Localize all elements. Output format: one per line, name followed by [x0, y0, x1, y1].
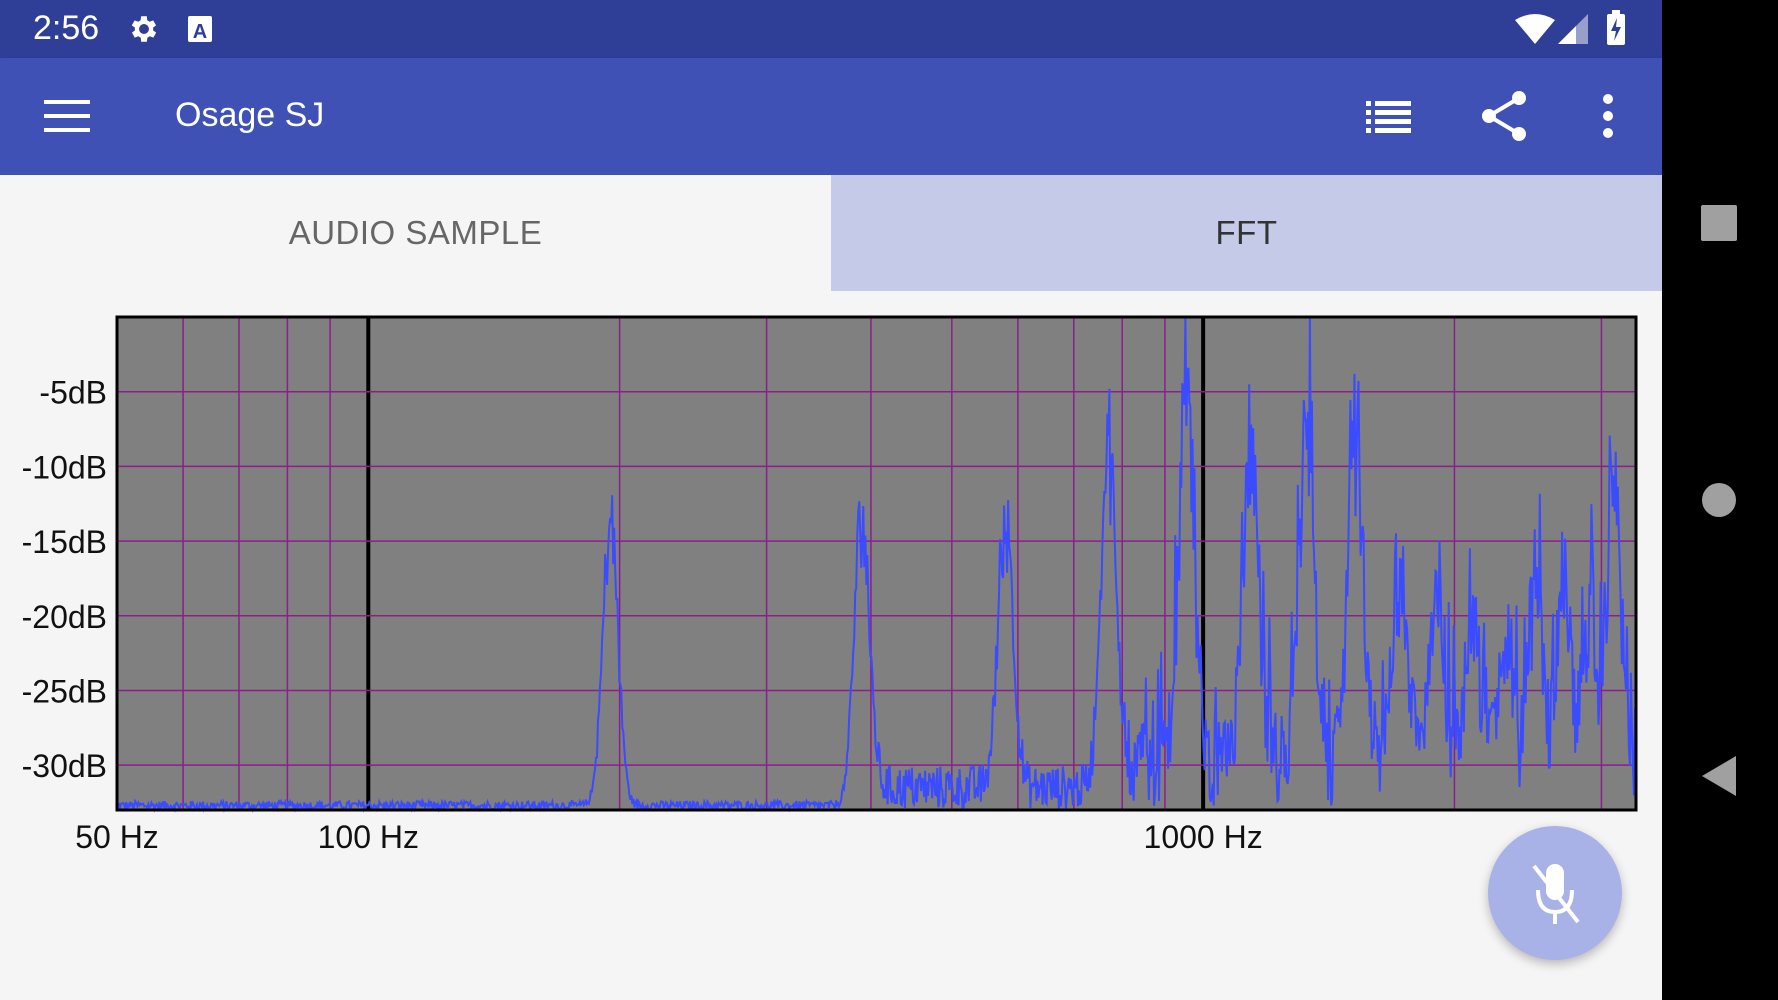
fft-chart: -5dB -10dB -15dB -20dB -25dB -30dB 50 Hz 100 H…	[22, 315, 1638, 855]
app-toolbar: Osage SJ	[0, 58, 1662, 175]
y-tick-label: -5dB	[39, 375, 107, 411]
tab-bar: AUDIO SAMPLE FFT	[0, 175, 1662, 291]
toolbar-title: Osage SJ	[175, 96, 325, 134]
home-circle-icon[interactable]	[1662, 450, 1778, 550]
more-vert-icon[interactable]	[1578, 86, 1638, 146]
y-tick-label: -20dB	[22, 599, 107, 635]
wifi-icon	[1515, 14, 1555, 49]
status-bar: 2:56 A	[0, 0, 1662, 58]
status-time: 2:56	[33, 9, 100, 47]
x-tick-label: 1000 Hz	[1144, 819, 1263, 855]
text-a-icon: A	[186, 12, 214, 51]
tab-fft[interactable]: FFT	[831, 175, 1662, 291]
x-tick-label: 50 Hz	[75, 819, 159, 855]
battery-charging-icon	[1606, 10, 1626, 51]
mic-off-icon	[1532, 864, 1580, 924]
list-icon[interactable]	[1358, 86, 1418, 146]
x-axis-labels: 50 Hz 100 Hz 1000 Hz	[75, 819, 1263, 855]
y-tick-label: -30dB	[22, 748, 107, 784]
app-screen: 2:56 A Osage SJ AUDIO SAMPLE FFT -5dB -1…	[0, 0, 1662, 1000]
share-icon[interactable]	[1475, 86, 1535, 146]
x-tick-label: 100 Hz	[318, 819, 419, 855]
signal-icon	[1558, 14, 1588, 49]
y-tick-label: -10dB	[22, 449, 107, 485]
gear-icon	[127, 12, 161, 51]
y-tick-label: -15dB	[22, 524, 107, 560]
recents-square-icon[interactable]	[1662, 173, 1778, 273]
back-triangle-icon[interactable]	[1662, 726, 1778, 826]
mic-toggle-button[interactable]	[1488, 826, 1622, 960]
menu-icon[interactable]	[38, 86, 98, 146]
svg-text:A: A	[193, 21, 207, 43]
navigation-bar	[1662, 0, 1778, 1000]
tab-audio-sample[interactable]: AUDIO SAMPLE	[0, 175, 831, 291]
y-tick-label: -25dB	[22, 673, 107, 709]
tab-audio-sample-label: AUDIO SAMPLE	[288, 214, 543, 251]
y-axis-labels: -5dB -10dB -15dB -20dB -25dB -30dB	[22, 375, 107, 784]
tab-fft-label: FFT	[1215, 214, 1278, 251]
